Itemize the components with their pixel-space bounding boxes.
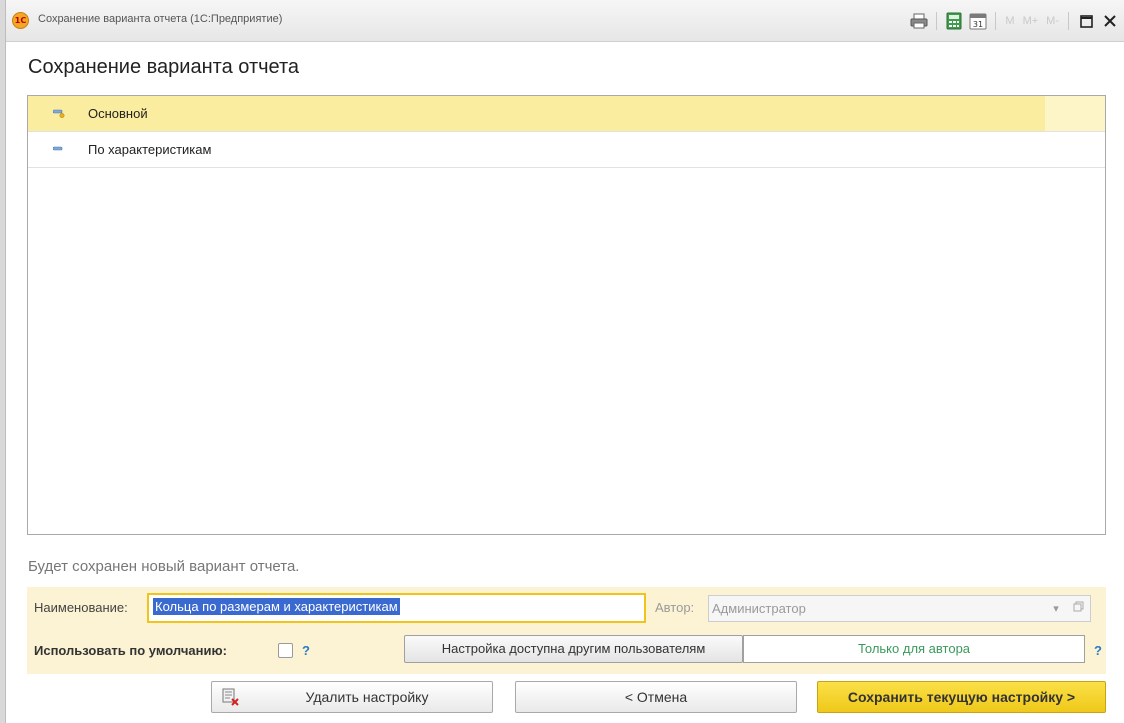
list-item[interactable]: По характеристикам (28, 132, 1105, 168)
close-icon[interactable] (1100, 11, 1120, 31)
memory-m-button[interactable]: M (1003, 15, 1016, 27)
svg-text:31: 31 (973, 20, 983, 29)
window-title: Сохранение варианта отчета (1С:Предприят… (38, 13, 283, 25)
title-bar: 1С Сохранение варианта отчета (1С:Предпр… (6, 0, 1124, 42)
window-left-edge (0, 0, 6, 723)
use-default-help-icon[interactable]: ? (302, 643, 310, 658)
variant-predefined-icon (53, 109, 65, 118)
selected-row-tail (1045, 96, 1105, 131)
share-settings-button[interactable]: Настройка доступна другим пользователям (404, 635, 743, 663)
app-logo-icon: 1С (12, 12, 29, 29)
delete-setting-label: Удалить настройку (305, 689, 429, 705)
title-bar-toolbar: 31 M M+ M- (909, 10, 1120, 32)
info-message: Будет сохранен новый вариант отчета. (28, 558, 300, 575)
toolbar-separator (995, 12, 997, 30)
author-value: Администратор (712, 601, 806, 616)
cancel-label: < Отмена (624, 689, 688, 705)
use-default-checkbox[interactable] (278, 643, 293, 658)
memory-m-minus-button[interactable]: M- (1044, 15, 1061, 27)
list-item[interactable]: Основной (28, 96, 1105, 132)
variant-icon (53, 146, 63, 151)
delete-setting-button[interactable]: Удалить настройку (211, 681, 493, 713)
print-icon[interactable] (909, 11, 929, 31)
use-default-label: Использовать по умолчанию: (34, 643, 227, 658)
maximize-icon[interactable] (1076, 11, 1096, 31)
calendar-icon[interactable]: 31 (968, 11, 988, 31)
memory-m-plus-button[interactable]: M+ (1021, 15, 1041, 27)
page-title: Сохранение варианта отчета (28, 56, 300, 78)
calculator-icon[interactable] (944, 11, 964, 31)
save-setting-label: Сохранить текущую настройку > (847, 689, 1076, 705)
name-input-value: Кольца по размерам и характеристикам (153, 598, 400, 615)
toolbar-separator (936, 12, 938, 30)
name-input[interactable]: Кольца по размерам и характеристикам (147, 593, 646, 623)
toolbar-separator (1068, 12, 1069, 30)
open-form-icon[interactable] (1068, 599, 1088, 619)
chevron-down-icon[interactable]: ▾ (1046, 599, 1066, 619)
share-access-value[interactable]: Только для автора (743, 635, 1085, 663)
save-setting-button[interactable]: Сохранить текущую настройку > (817, 681, 1106, 713)
list-item-label: Основной (88, 106, 148, 121)
share-help-icon[interactable]: ? (1094, 643, 1102, 658)
report-variants-list[interactable]: Основной По характеристикам (27, 95, 1106, 535)
author-label: Автор: (655, 600, 695, 615)
delete-setting-icon (222, 688, 239, 706)
list-item-label: По характеристикам (88, 142, 212, 157)
name-label: Наименование: (34, 600, 128, 615)
settings-form: Наименование: Кольца по размерам и харак… (27, 587, 1106, 674)
author-field[interactable]: Администратор ▾ (708, 595, 1091, 622)
cancel-button[interactable]: < Отмена (515, 681, 797, 713)
